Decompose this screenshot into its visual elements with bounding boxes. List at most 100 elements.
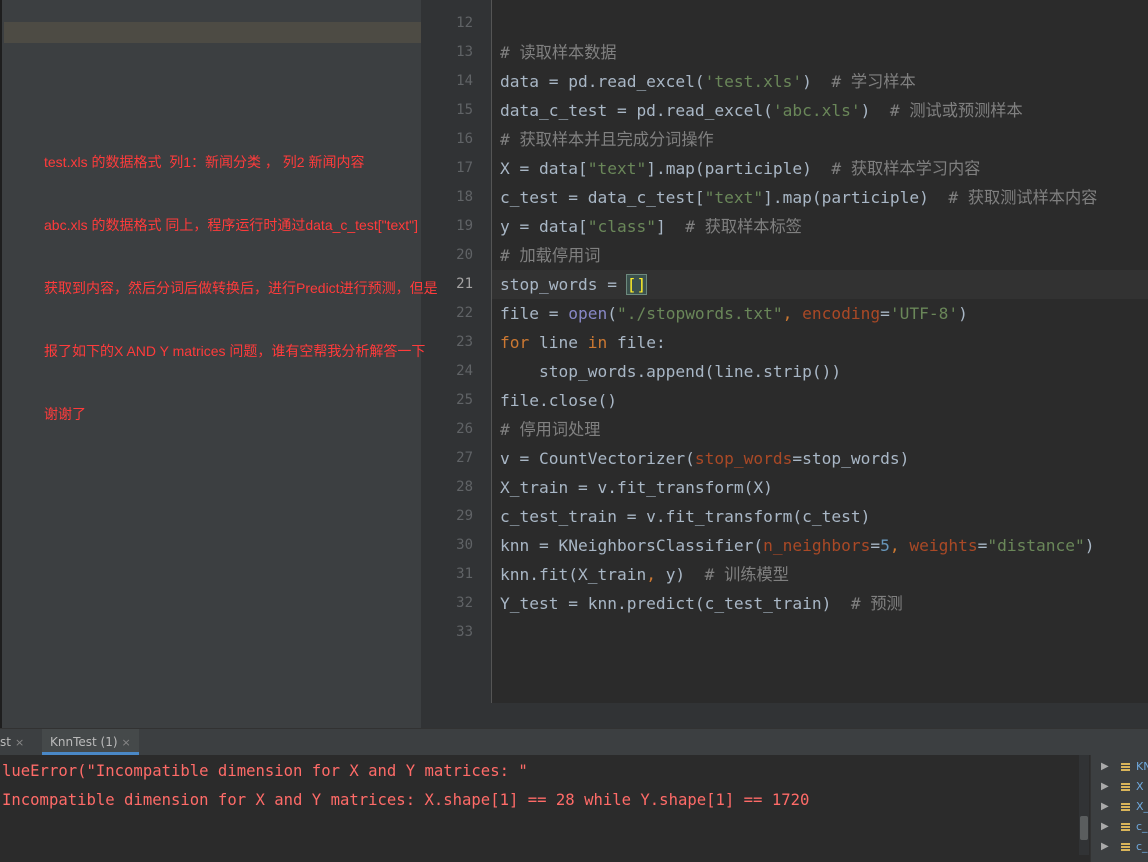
code-text: Y_test = knn.predict(c_test_train)	[500, 594, 851, 613]
comment: # 获取样本标签	[685, 217, 802, 236]
variable-item[interactable]: ▶ KN	[1091, 757, 1148, 777]
builtin-function: open	[568, 304, 608, 323]
code-text: )	[958, 304, 968, 323]
variable-name: c_	[1136, 840, 1148, 853]
variables-panel: ▶ KN ▶ X ▶ X_ ▶ c_ ▶ c_	[1090, 755, 1148, 862]
code-line-23[interactable]: for line in file:	[500, 328, 666, 357]
line-number: 30	[456, 537, 473, 553]
variable-name: c_	[1136, 820, 1148, 833]
list-icon	[1121, 783, 1130, 792]
code-text: data_c_test = pd.read_excel(	[500, 101, 773, 120]
comment: # 停用词处理	[500, 420, 601, 439]
code-text: file:	[607, 333, 666, 352]
code-text: y)	[665, 565, 705, 584]
string-literal: "distance"	[987, 536, 1085, 555]
code-text: stop_words.append(line.strip())	[500, 362, 842, 381]
expand-arrow-icon[interactable]: ▶	[1101, 797, 1109, 817]
annotation-line: 报了如下的X AND Y matrices 问题，谁有空帮我分析解答一下	[44, 343, 426, 359]
console-output[interactable]: lueError("Incompatible dimension for X a…	[0, 755, 1090, 862]
string-literal: "./stopwords.txt"	[616, 304, 783, 323]
annotation-line: 获取到内容，然后分词后做转换后，进行Predict进行预测，但是	[44, 280, 438, 296]
run-tab-label: KnnTest (1)	[50, 735, 118, 749]
annotation-line: abc.xls 的数据格式 同上，程序运行时通过data_c_test["tex…	[44, 217, 419, 233]
variable-item[interactable]: ▶ X_	[1091, 797, 1148, 817]
code-line-13[interactable]: # 读取样本数据	[500, 38, 617, 67]
code-line-30[interactable]: knn = KNeighborsClassifier(n_neighbors = 5…	[500, 531, 1095, 560]
annotation-line: test.xls 的数据格式 列1：新闻分类 ， 列2 新闻内容	[44, 154, 365, 170]
code-text: =stop_words)	[792, 449, 910, 468]
code-text: ].map(participle)	[763, 188, 949, 207]
code-line-17[interactable]: X = data["text"].map(participle) # 获取样本学…	[500, 154, 980, 183]
code-text: ]	[655, 217, 686, 236]
keyword-argument: encoding	[802, 304, 881, 323]
comment: # 获取样本并且完成分词操作	[500, 130, 714, 149]
code-line-24[interactable]: stop_words.append(line.strip())	[500, 357, 841, 386]
code-text: data = pd.read_excel(	[500, 72, 705, 91]
run-tab-active[interactable]: KnnTest (1) ×	[42, 729, 139, 755]
code-line-28[interactable]: X_train = v.fit_transform(X)	[500, 473, 773, 502]
run-tab[interactable]: st ×	[0, 729, 24, 755]
code-line-21[interactable]: stop_words = []	[500, 270, 648, 299]
matched-bracket: []	[625, 274, 648, 295]
code-line-14[interactable]: data = pd.read_excel('test.xls') # 学习样本	[500, 67, 916, 96]
keyword-argument: n_neighbors	[763, 536, 871, 555]
run-tab-bar: st × KnnTest (1) ×	[0, 728, 1148, 755]
list-icon	[1121, 843, 1130, 852]
expand-arrow-icon[interactable]: ▶	[1101, 837, 1109, 857]
selected-row-highlight	[4, 22, 423, 43]
code-text: X = data[	[500, 159, 588, 178]
console-scrollbar[interactable]	[1079, 755, 1089, 855]
line-number: 13	[456, 44, 473, 60]
line-number: 14	[456, 73, 473, 89]
number-literal: 5	[880, 536, 890, 555]
comment: # 训练模型	[704, 565, 789, 584]
expand-arrow-icon[interactable]: ▶	[1101, 777, 1109, 797]
code-line-27[interactable]: v = CountVectorizer(stop_words=stop_word…	[500, 444, 909, 473]
variable-item[interactable]: ▶ c_	[1091, 837, 1148, 857]
code-line-26[interactable]: # 停用词处理	[500, 415, 600, 444]
string-literal: "class"	[587, 217, 656, 236]
expand-arrow-icon[interactable]: ▶	[1101, 817, 1109, 837]
code-text: knn.fit(X_train	[500, 565, 647, 584]
comment: # 预测	[850, 594, 903, 613]
punctuation: ,	[646, 565, 666, 584]
code-text: ].map(participle)	[646, 159, 832, 178]
string-literal: "text"	[704, 188, 764, 207]
code-text: c_test = data_c_test[	[500, 188, 705, 207]
console-scrollbar-thumb[interactable]	[1080, 816, 1088, 840]
keyword: in	[587, 333, 608, 352]
variable-item[interactable]: ▶ X	[1091, 777, 1148, 797]
code-line-31[interactable]: knn.fit(X_train, y) # 训练模型	[500, 560, 789, 589]
code-line-29[interactable]: c_test_train = v.fit_transform(c_test)	[500, 502, 870, 531]
code-line-18[interactable]: c_test = data_c_test["text"].map(partici…	[500, 183, 1097, 212]
comment: # 读取样本数据	[500, 43, 617, 62]
code-line-25[interactable]: file.close()	[500, 386, 617, 415]
comment: # 测试或预测样本	[889, 101, 1023, 120]
keyword-argument: weights	[909, 536, 978, 555]
close-icon[interactable]: ×	[122, 736, 131, 749]
code-text: =	[880, 304, 890, 323]
code-line-16[interactable]: # 获取样本并且完成分词操作	[500, 125, 714, 154]
comment: # 获取样本学习内容	[831, 159, 981, 178]
code-text: (	[607, 304, 617, 323]
error-output-line: Incompatible dimension for X and Y matri…	[2, 791, 810, 809]
code-line-20[interactable]: # 加载停用词	[500, 241, 600, 270]
string-literal: "text"	[587, 159, 647, 178]
line-number: 31	[456, 566, 473, 582]
code-line-32[interactable]: Y_test = knn.predict(c_test_train) # 预测	[500, 589, 903, 618]
comment: # 加载停用词	[500, 246, 601, 265]
code-text: )	[1084, 536, 1095, 555]
code-text: =	[977, 536, 988, 555]
code-line-19[interactable]: y = data["class"] # 获取样本标签	[500, 212, 802, 241]
run-tab-label: st	[0, 735, 11, 749]
code-text: )	[860, 101, 890, 120]
code-line-15[interactable]: data_c_test = pd.read_excel('abc.xls') #…	[500, 96, 1023, 125]
keyword-argument: stop_words	[694, 449, 793, 468]
close-icon[interactable]: ×	[15, 736, 24, 749]
code-text: knn = KNeighborsClassifier(	[500, 536, 764, 555]
code-line-22[interactable]: file = open("./stopwords.txt", encoding=…	[500, 299, 968, 328]
variable-item[interactable]: ▶ c_	[1091, 817, 1148, 837]
list-icon	[1121, 803, 1130, 812]
code-text: file =	[500, 304, 569, 323]
expand-arrow-icon[interactable]: ▶	[1101, 757, 1109, 777]
